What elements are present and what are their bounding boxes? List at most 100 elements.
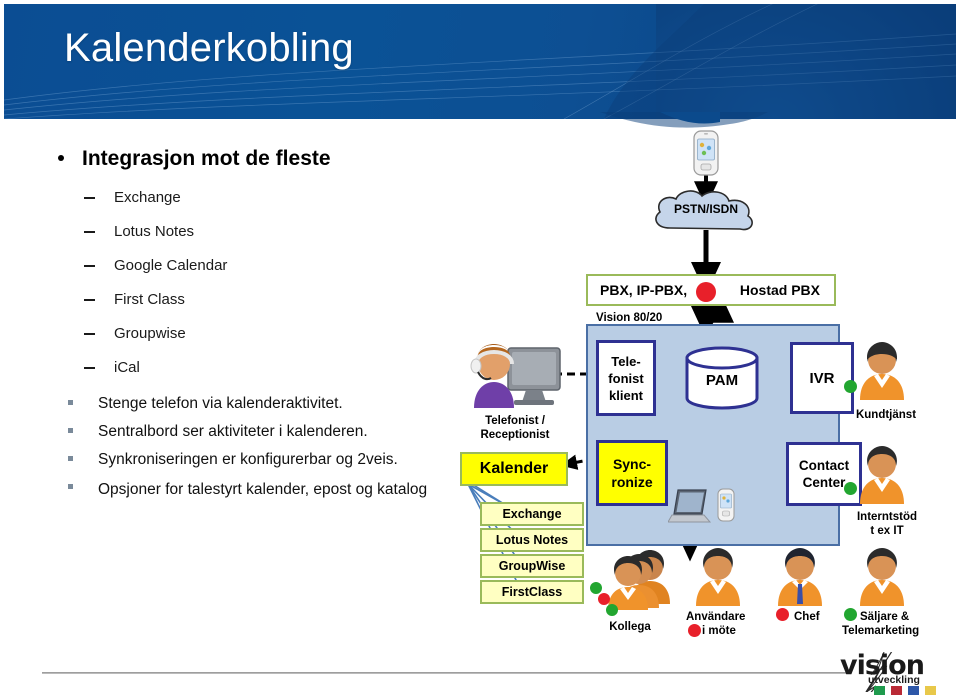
ivr-box: IVR: [790, 342, 854, 414]
logo-square-blue: [908, 686, 919, 695]
saljare-avatar: [852, 546, 912, 608]
synchronize-line-2: ronize: [611, 474, 653, 490]
dash-icon: [84, 265, 95, 267]
contact-center-box: Contact Center: [786, 442, 862, 506]
contact-center-line-2: Center: [802, 475, 846, 490]
saljare-label-line-1: Säljare &: [860, 611, 910, 623]
sub-bullet-google-calendar: Google Calendar: [40, 256, 470, 276]
kalender-system-label: Exchange: [502, 507, 562, 521]
vision-logo: vision utveckling: [836, 650, 946, 695]
logo-square-red: [891, 686, 902, 695]
sub-bullet-label: First Class: [114, 291, 185, 308]
dash-icon: [84, 197, 95, 199]
sub-bullet-lotus-notes: Lotus Notes: [40, 222, 470, 242]
saljare-label: Säljare & Telemarketing: [842, 610, 960, 638]
point-synkronisering: Synkroniseringen er konfigurerbar og 2ve…: [40, 448, 470, 472]
bullet-main-label: Integrasjon mot de fleste: [82, 147, 331, 170]
dash-icon: [84, 231, 95, 233]
chef-avatar: [770, 546, 830, 608]
telefonist-klient-line-2: fonist: [608, 370, 644, 386]
pam-label: PAM: [705, 372, 739, 389]
synchronize-line-1: Sync-: [612, 456, 652, 472]
point-stenge-telefon: Stenge telefon via kalenderaktivitet.: [40, 392, 470, 416]
bullet-list: Integrasjon mot de fleste Exchange Lotus…: [40, 146, 470, 507]
mobile-phone-icon: [690, 130, 722, 176]
kollega-label-line-1: Kollega: [609, 621, 651, 633]
square-bullet-icon: [68, 484, 73, 489]
telefonist-klient-line-3: klient: [609, 387, 643, 403]
point-label: Opsjoner for talestyrt kalender, epost o…: [98, 481, 428, 498]
kalender-box[interactable]: Kalender: [460, 452, 568, 486]
operator-label-line-2: Receptionist: [480, 429, 550, 441]
telefonist-klient-line-1: Tele-: [611, 353, 641, 369]
saljare-status-dot: [844, 608, 857, 621]
logo-square-yellow: [925, 686, 936, 695]
kundtjanst-label-line-1: Kundtjänst: [855, 409, 917, 421]
sub-bullet-first-class: First Class: [40, 290, 470, 310]
chef-status-dot: [776, 608, 789, 621]
architecture-diagram: PSTN/ISDN PBX, IP-PBX, Hostad PBX Vision…: [440, 126, 960, 656]
anvandare-label-line-1: Användare: [686, 611, 746, 623]
kalender-system-firstclass[interactable]: FirstClass: [480, 580, 584, 604]
point-label: Synkroniseringen er konfigurerbar og 2ve…: [98, 451, 398, 468]
logo-square-green: [874, 686, 885, 695]
kalender-system-label: FirstClass: [501, 585, 563, 599]
kundtjanst-status-dot: [844, 380, 857, 393]
square-bullet-icon: [68, 456, 73, 461]
title-banner: Kalenderkobling: [4, 4, 956, 119]
kollega-status-dot-1: [590, 582, 602, 594]
dash-icon: [84, 367, 95, 369]
sub-bullet-label: iCal: [114, 359, 140, 376]
interntstod-avatar: [852, 444, 912, 506]
telefonist-receptionist-label: Telefonist / Receptionist: [450, 414, 580, 442]
handset-icon: [716, 488, 736, 522]
logo-subtext: utveckling: [868, 674, 920, 686]
cloud-label: PSTN/ISDN: [673, 202, 738, 216]
interntstod-status-dot: [844, 482, 857, 495]
point-label: Sentralbord ser aktiviteter i kalenderen…: [98, 423, 368, 440]
square-bullet-icon: [68, 428, 73, 433]
sub-bullet-label: Google Calendar: [114, 257, 228, 274]
interntstod-label: Interntstöd t ex IT: [832, 510, 942, 538]
bullet-main: Integrasjon mot de fleste: [40, 146, 470, 172]
dash-icon: [84, 333, 95, 335]
footer-divider: [42, 672, 847, 674]
telefonist-klient-box: Tele- fonist klient: [596, 340, 656, 416]
kundtjanst-label: Kundtjänst: [836, 408, 936, 422]
sub-bullet-exchange: Exchange: [40, 188, 470, 208]
sub-bullet-label: Exchange: [114, 189, 181, 206]
kalender-system-groupwise[interactable]: GroupWise: [480, 554, 584, 578]
kollega-status-dot-2: [598, 593, 610, 605]
telefonist-receptionist-avatar: [462, 334, 572, 412]
page-title: Kalenderkobling: [64, 26, 354, 70]
pbx-label-right: Hostad PBX: [739, 282, 820, 298]
contact-center-line-1: Contact: [798, 458, 850, 473]
operator-label-line-1: Telefonist /: [485, 415, 545, 427]
point-sentralbord: Sentralbord ser aktiviteter i kalenderen…: [40, 420, 470, 444]
dash-icon: [84, 299, 95, 301]
sub-bullet-label: Lotus Notes: [114, 223, 195, 240]
interntstod-label-line-2: t ex IT: [870, 525, 904, 537]
laptop-icon: [668, 488, 714, 528]
kalender-system-label: Lotus Notes: [495, 533, 569, 547]
kollega-status-dot-3: [606, 604, 618, 616]
anvandare-avatar: [688, 546, 748, 608]
kundtjanst-avatar: [852, 340, 912, 402]
sub-bullet-label: Groupwise: [114, 325, 186, 342]
pbx-label-left: PBX, IP-PBX,: [600, 282, 688, 298]
anvandare-status-dot: [688, 624, 701, 637]
kollega-label: Kollega: [580, 620, 680, 634]
kalender-system-lotus-notes[interactable]: Lotus Notes: [480, 528, 584, 552]
pbx-status-dot: [696, 282, 716, 302]
point-opsjoner: Opsjoner for talestyrt kalender, epost o…: [40, 476, 470, 503]
sub-bullet-ical: iCal: [40, 358, 470, 378]
sub-bullet-groupwise: Groupwise: [40, 324, 470, 344]
saljare-label-line-2: Telemarketing: [842, 625, 920, 637]
pstn-isdn-cloud: PSTN/ISDN: [646, 188, 766, 236]
pam-database: PAM: [684, 346, 760, 410]
kalender-system-label: GroupWise: [498, 559, 566, 573]
square-bullet-icon: [68, 400, 73, 405]
slide: Kalenderkobling Integrasjon mot de flest…: [0, 0, 960, 696]
kalender-system-exchange[interactable]: Exchange: [480, 502, 584, 526]
bullet-dot-icon: [58, 155, 64, 161]
